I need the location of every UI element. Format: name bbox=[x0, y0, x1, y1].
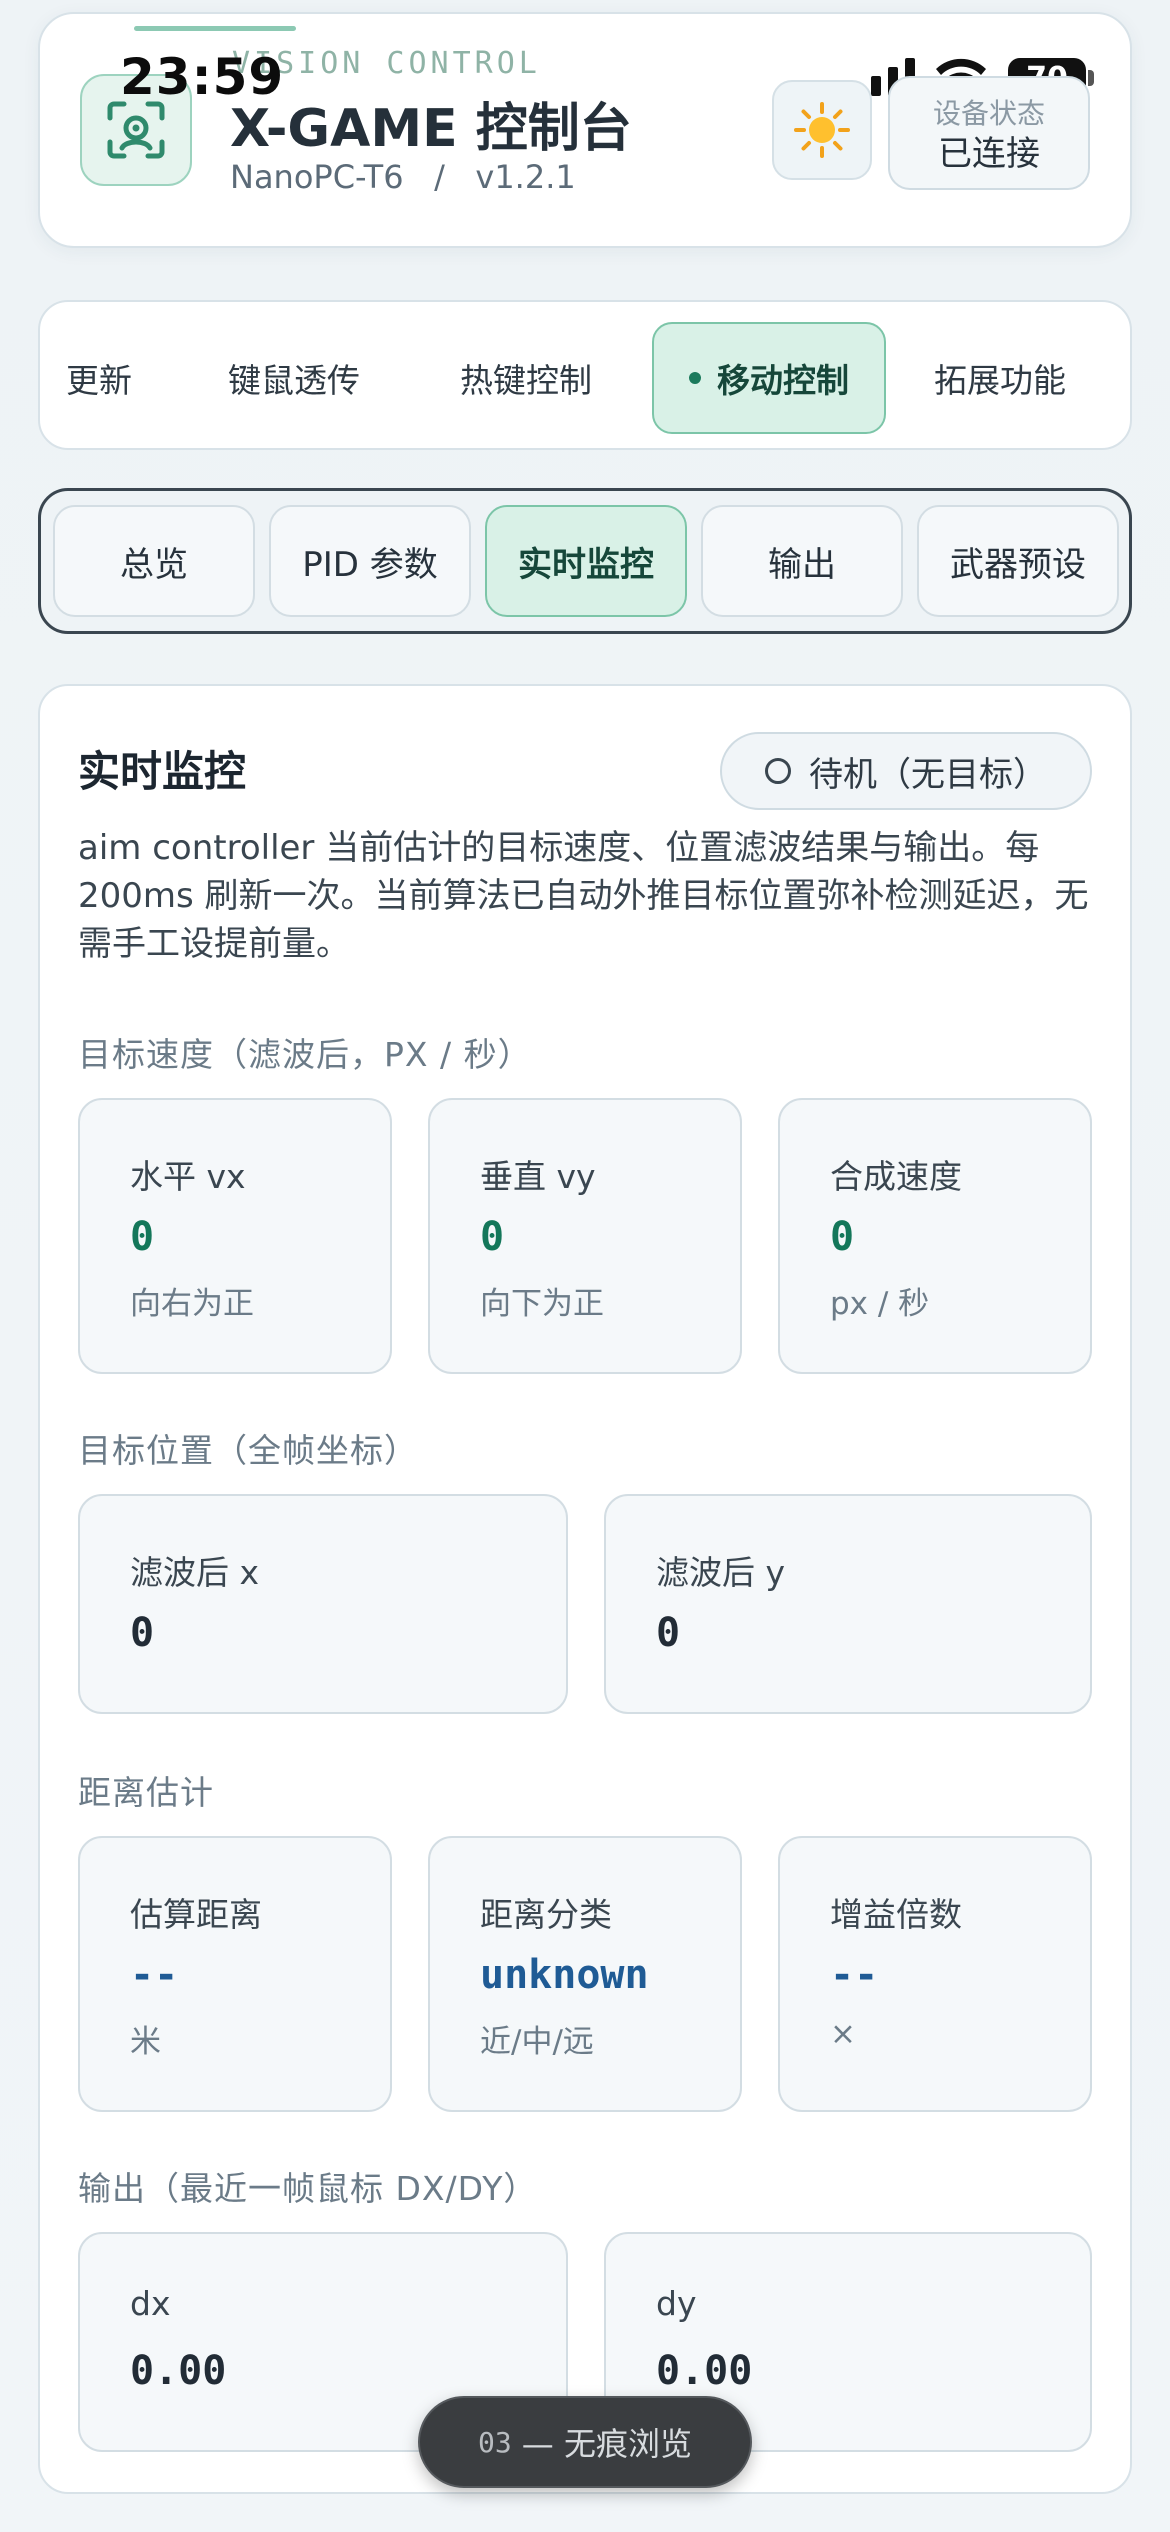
version-label: v1.2.1 bbox=[475, 158, 576, 196]
metric-unit: px / 秒 bbox=[830, 1286, 930, 1322]
subtab-pid-params[interactable]: PID 参数 bbox=[269, 505, 471, 617]
subtab-realtime-monitor[interactable]: 实时监控 bbox=[485, 505, 687, 617]
subtab-overview[interactable]: 总览 bbox=[53, 505, 255, 617]
metric-label: 距离分类 bbox=[480, 1895, 612, 1934]
idle-ring-icon bbox=[765, 758, 791, 784]
page: VISION CONTROL 23:59 X-GAME 控制台 NanoPC-T… bbox=[0, 0, 1170, 2532]
metric-unit: 向下为正 bbox=[480, 1286, 604, 1322]
tab-extensions[interactable]: 拓展功能 bbox=[934, 354, 1066, 402]
output-group-label: 输出（最近一帧鼠标 DX/DY） bbox=[78, 2169, 538, 2208]
tab-update[interactable]: 更新 bbox=[66, 354, 132, 402]
device-status-badge: 设备状态 已连接 bbox=[888, 76, 1090, 190]
metric-value: -- bbox=[830, 1952, 879, 1998]
metric-value: -- bbox=[130, 1952, 179, 1998]
tab-movement-control[interactable]: 移动控制 bbox=[652, 322, 886, 434]
metric-label: 估算距离 bbox=[130, 1895, 262, 1934]
device-status-value: 已连接 bbox=[938, 134, 1040, 174]
metric-label: 合成速度 bbox=[830, 1157, 962, 1196]
metric-value: 0 bbox=[480, 1214, 505, 1260]
section-description: aim controller 当前估计的目标速度、位置滤波结果与输出。每 200… bbox=[78, 828, 1089, 964]
header-accent-line bbox=[134, 26, 296, 31]
metric-value: 0 bbox=[830, 1214, 855, 1260]
metric-label: dx bbox=[130, 2284, 171, 2323]
metric-value: 0.00 bbox=[130, 2348, 227, 2394]
metric-value: 0.00 bbox=[656, 2348, 753, 2394]
metric-label: 滤波后 y bbox=[656, 1553, 786, 1592]
target-state-badge: 待机（无目标） bbox=[720, 732, 1092, 810]
metric-value: 0 bbox=[656, 1610, 681, 1656]
position-group-label: 目标位置（全帧坐标） bbox=[78, 1431, 418, 1470]
metric-label: dy bbox=[656, 2284, 697, 2323]
metric-unit: 近/中/远 bbox=[480, 2024, 594, 2060]
tab-hotkey-control[interactable]: 热键控制 bbox=[460, 354, 592, 402]
metric-distance-class: 距离分类 unknown 近/中/远 bbox=[428, 1836, 742, 2112]
metric-speed: 合成速度 0 px / 秒 bbox=[778, 1098, 1092, 1374]
metric-unit: × bbox=[830, 2016, 856, 2052]
sun-icon bbox=[794, 102, 850, 158]
metric-vy: 垂直 vy 0 向下为正 bbox=[428, 1098, 742, 1374]
metric-value: unknown bbox=[480, 1952, 649, 1998]
active-tab-dot bbox=[689, 372, 701, 384]
metric-vx: 水平 vx 0 向右为正 bbox=[78, 1098, 392, 1374]
metric-filtered-x: 滤波后 x 0 bbox=[78, 1494, 568, 1714]
theme-toggle-button[interactable] bbox=[772, 80, 872, 180]
metric-label: 滤波后 x bbox=[130, 1553, 260, 1592]
distance-group-label: 距离估计 bbox=[78, 1773, 214, 1812]
battery-tip bbox=[1088, 70, 1094, 86]
tab-kbm-passthrough[interactable]: 键鼠透传 bbox=[228, 354, 360, 402]
subtab-weapon-presets[interactable]: 武器预设 bbox=[917, 505, 1119, 617]
velocity-group-label: 目标速度（滤波后，PX / 秒） bbox=[78, 1035, 532, 1074]
section-title: 实时监控 bbox=[78, 747, 247, 796]
private-browsing-text: — 无痕浏览 bbox=[521, 2425, 692, 2463]
tab-movement-control-label: 移动控制 bbox=[717, 361, 849, 400]
vision-scan-icon bbox=[107, 101, 165, 159]
target-state-text: 待机（无目标） bbox=[809, 754, 1047, 795]
separator: / bbox=[434, 158, 445, 196]
private-browsing-code: 03 bbox=[478, 2425, 512, 2459]
metric-value: 0 bbox=[130, 1214, 155, 1260]
metric-gain-multiplier: 增益倍数 -- × bbox=[778, 1836, 1092, 2112]
metric-value: 0 bbox=[130, 1610, 155, 1656]
metric-label: 增益倍数 bbox=[830, 1895, 962, 1934]
metric-label: 垂直 vy bbox=[480, 1157, 596, 1196]
main-tab-bar: 更新 键鼠透传 热键控制 移动控制 拓展功能 bbox=[38, 300, 1132, 450]
metric-unit: 向右为正 bbox=[130, 1286, 254, 1322]
device-name: NanoPC-T6 bbox=[230, 158, 404, 196]
metric-filtered-y: 滤波后 y 0 bbox=[604, 1494, 1092, 1714]
monitor-panel: 实时监控 待机（无目标） aim controller 当前估计的目标速度、位置… bbox=[38, 684, 1132, 2494]
metric-estimated-distance: 估算距离 -- 米 bbox=[78, 1836, 392, 2112]
subtab-output[interactable]: 输出 bbox=[701, 505, 903, 617]
metric-label: 水平 vx bbox=[130, 1157, 246, 1196]
private-browsing-pill[interactable]: 03 — 无痕浏览 bbox=[418, 2396, 752, 2488]
device-version-line: NanoPC-T6 / v1.2.1 bbox=[230, 158, 576, 196]
app-title: X-GAME 控制台 bbox=[230, 99, 632, 159]
metric-unit: 米 bbox=[130, 2024, 161, 2060]
sub-tab-bar: 总览 PID 参数 实时监控 输出 武器预设 bbox=[38, 488, 1132, 634]
